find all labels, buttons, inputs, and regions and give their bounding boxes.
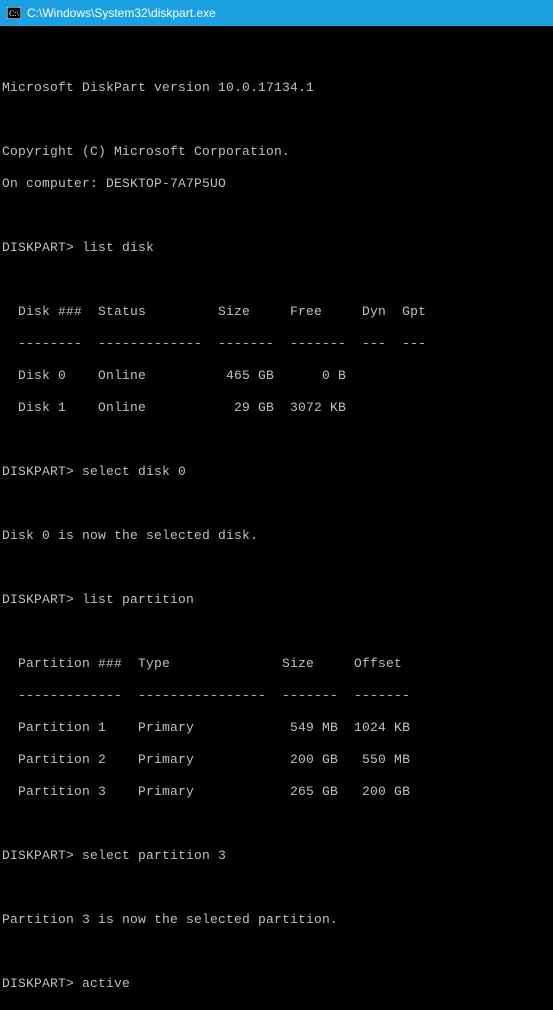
command-prompt-icon: C:\ — [6, 5, 22, 21]
terminal-line — [2, 624, 551, 640]
terminal-line — [2, 112, 551, 128]
terminal-output: Microsoft DiskPart version 10.0.17134.1 … — [0, 26, 553, 1010]
terminal-line — [2, 432, 551, 448]
terminal-line: DISKPART> list disk — [2, 240, 551, 256]
terminal-line: Disk 0 Online 465 GB 0 B — [2, 368, 551, 384]
terminal-line: Partition 3 is now the selected partitio… — [2, 912, 551, 928]
terminal-line: DISKPART> list partition — [2, 592, 551, 608]
terminal-line: Microsoft DiskPart version 10.0.17134.1 — [2, 80, 551, 96]
terminal-line: Disk ### Status Size Free Dyn Gpt — [2, 304, 551, 320]
window-title: C:\Windows\System32\diskpart.exe — [27, 6, 216, 20]
terminal-line — [2, 208, 551, 224]
terminal-line: On computer: DESKTOP-7A7P5UO — [2, 176, 551, 192]
terminal-line — [2, 48, 551, 64]
terminal-line — [2, 496, 551, 512]
terminal-line: Partition 3 Primary 265 GB 200 GB — [2, 784, 551, 800]
terminal-line: DISKPART> select partition 3 — [2, 848, 551, 864]
terminal-line: Copyright (C) Microsoft Corporation. — [2, 144, 551, 160]
terminal-line — [2, 816, 551, 832]
terminal-line — [2, 944, 551, 960]
terminal-line: Disk 1 Online 29 GB 3072 KB — [2, 400, 551, 416]
terminal-line: DISKPART> active — [2, 976, 551, 992]
terminal-line: Partition ### Type Size Offset — [2, 656, 551, 672]
terminal-line: Partition 1 Primary 549 MB 1024 KB — [2, 720, 551, 736]
svg-text:C:\: C:\ — [9, 9, 20, 18]
terminal-line: Disk 0 is now the selected disk. — [2, 528, 551, 544]
terminal-line: -------- ------------- ------- ------- -… — [2, 336, 551, 352]
terminal-line: Partition 2 Primary 200 GB 550 MB — [2, 752, 551, 768]
terminal-line — [2, 272, 551, 288]
terminal-line: ------------- ---------------- ------- -… — [2, 688, 551, 704]
window-titlebar[interactable]: C:\ C:\Windows\System32\diskpart.exe — [0, 0, 553, 26]
terminal-line — [2, 880, 551, 896]
terminal-line — [2, 560, 551, 576]
terminal-line: DISKPART> select disk 0 — [2, 464, 551, 480]
